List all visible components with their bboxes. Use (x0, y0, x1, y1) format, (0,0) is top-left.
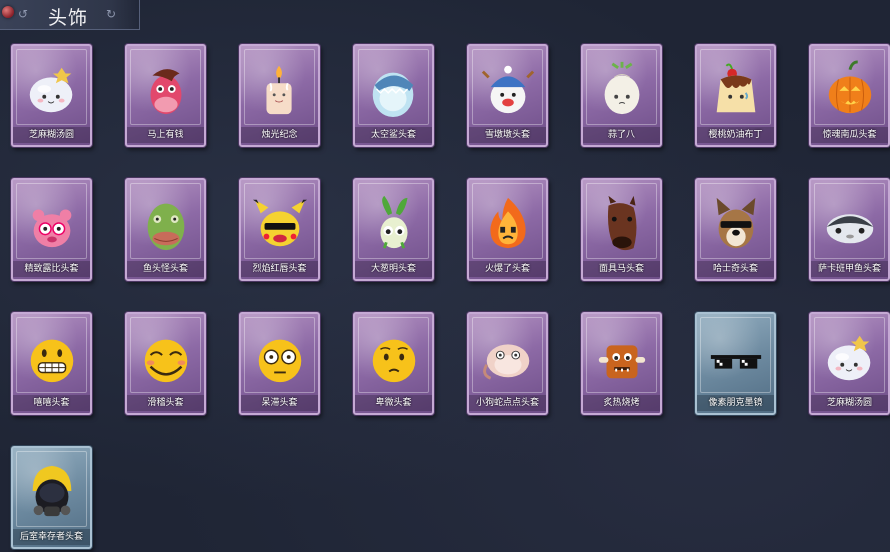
headwear-item[interactable]: 樱桃奶油布丁 (695, 44, 776, 147)
headwear-item[interactable]: 面具马头套 (581, 178, 662, 281)
headwear-item-label: 蒜了八 (583, 127, 660, 143)
swirl-ornament-icon: ↻ (106, 7, 117, 21)
headwear-item[interactable]: 鱼头怪头套 (125, 178, 206, 281)
dazed-emoji-icon (251, 326, 309, 388)
headwear-item-label: 烈焰红唇头套 (241, 261, 318, 277)
headwear-item[interactable]: 小狗蛇点点头套 (467, 312, 548, 415)
red-gem-icon (2, 6, 14, 18)
headwear-item[interactable]: 烈焰红唇头套 (239, 178, 320, 281)
garlic-icon (593, 58, 651, 120)
headwear-item[interactable]: 烛光纪念 (239, 44, 320, 147)
category-title: 头饰 (48, 7, 89, 29)
husky-icon (707, 192, 765, 254)
headwear-item[interactable]: 大葱明头套 (353, 178, 434, 281)
headwear-item-label: 雪墩墩头套 (469, 127, 546, 143)
headwear-item[interactable]: 萨卡班甲鱼头套 (809, 178, 890, 281)
fire-icon (479, 192, 537, 254)
pink-horse-icon (137, 58, 195, 120)
headwear-item-label: 像素朋克墨镜 (697, 395, 774, 411)
fish-head-icon (137, 192, 195, 254)
headwear-item-label: 芝麻糊汤圆 (811, 395, 888, 411)
horse-mask-icon (593, 192, 651, 254)
headwear-item[interactable]: 马上有钱 (125, 44, 206, 147)
headwear-item-label: 精致露比头套 (13, 261, 90, 277)
pixel-sunglasses-icon (707, 326, 765, 388)
headwear-item-label: 火爆了头套 (469, 261, 546, 277)
headwear-item-label: 鱼头怪头套 (127, 261, 204, 277)
grimace-emoji-icon (23, 326, 81, 388)
headwear-grid: 芝麻糊汤圆 马上有钱 烛光纪念 太空鲨头套 雪墩墩头套 蒜了八 樱桃奶油布丁 惊魂南瓜头套精致… (11, 44, 890, 549)
pink-pig-icon (23, 192, 81, 254)
pikachu-icon (251, 192, 309, 254)
headwear-item-label: 小狗蛇点点头套 (469, 395, 546, 411)
funny-emoji-icon (137, 326, 195, 388)
headwear-item-label: 滑稽头套 (127, 395, 204, 411)
headwear-item[interactable]: 卑微头套 (353, 312, 434, 415)
headwear-item[interactable]: 蒜了八 (581, 44, 662, 147)
headwear-item[interactable]: 芝麻糊汤圆 (809, 312, 890, 415)
headwear-item[interactable]: 芝麻糊汤圆 (11, 44, 92, 147)
headwear-item[interactable]: 后室幸存者头套 (11, 446, 92, 549)
category-header: ↺ 头饰 ↻ (0, 0, 140, 30)
tangyuan-icon (821, 326, 879, 388)
headwear-item-label: 卑微头套 (355, 395, 432, 411)
swirl-ornament-icon: ↺ (18, 7, 29, 21)
headwear-item-label: 嘻嘻头套 (13, 395, 90, 411)
candle-icon (251, 58, 309, 120)
headwear-item[interactable]: 惊魂南瓜头套 (809, 44, 890, 147)
headwear-item-label: 呆滞头套 (241, 395, 318, 411)
headwear-item[interactable]: 像素朋克墨镜 (695, 312, 776, 415)
headwear-item-label: 樱桃奶油布丁 (697, 127, 774, 143)
pudding-icon (707, 58, 765, 120)
headwear-item-label: 马上有钱 (127, 127, 204, 143)
fish-icon (821, 192, 879, 254)
headwear-item-label: 大葱明头套 (355, 261, 432, 277)
headwear-item[interactable]: 呆滞头套 (239, 312, 320, 415)
snowman-icon (479, 58, 537, 120)
pumpkin-icon (821, 58, 879, 120)
green-onion-icon (365, 192, 423, 254)
headwear-item-label: 面具马头套 (583, 261, 660, 277)
headwear-item[interactable]: 太空鲨头套 (353, 44, 434, 147)
headwear-item[interactable]: 炙热烧烤 (581, 312, 662, 415)
headwear-item-label: 萨卡班甲鱼头套 (811, 261, 888, 277)
headwear-item-label: 炙热烧烤 (583, 395, 660, 411)
shark-helmet-icon (365, 58, 423, 120)
headwear-item-label: 惊魂南瓜头套 (811, 127, 888, 143)
headwear-item[interactable]: 雪墩墩头套 (467, 44, 548, 147)
headwear-item-label: 芝麻糊汤圆 (13, 127, 90, 143)
headwear-item[interactable]: 滑稽头套 (125, 312, 206, 415)
tangyuan-icon (23, 58, 81, 120)
snake-dog-icon (479, 326, 537, 388)
headwear-item[interactable]: 哈士奇头套 (695, 178, 776, 281)
headwear-item-label: 哈士奇头套 (697, 261, 774, 277)
headwear-item[interactable]: 精致露比头套 (11, 178, 92, 281)
headwear-item-label: 后室幸存者头套 (13, 529, 90, 545)
bbq-icon (593, 326, 651, 388)
headwear-item-label: 烛光纪念 (241, 127, 318, 143)
headwear-item[interactable]: 火爆了头套 (467, 178, 548, 281)
gas-mask-helmet-icon (23, 460, 81, 522)
headwear-item[interactable]: 嘻嘻头套 (11, 312, 92, 415)
headwear-item-label: 太空鲨头套 (355, 127, 432, 143)
humble-emoji-icon (365, 326, 423, 388)
